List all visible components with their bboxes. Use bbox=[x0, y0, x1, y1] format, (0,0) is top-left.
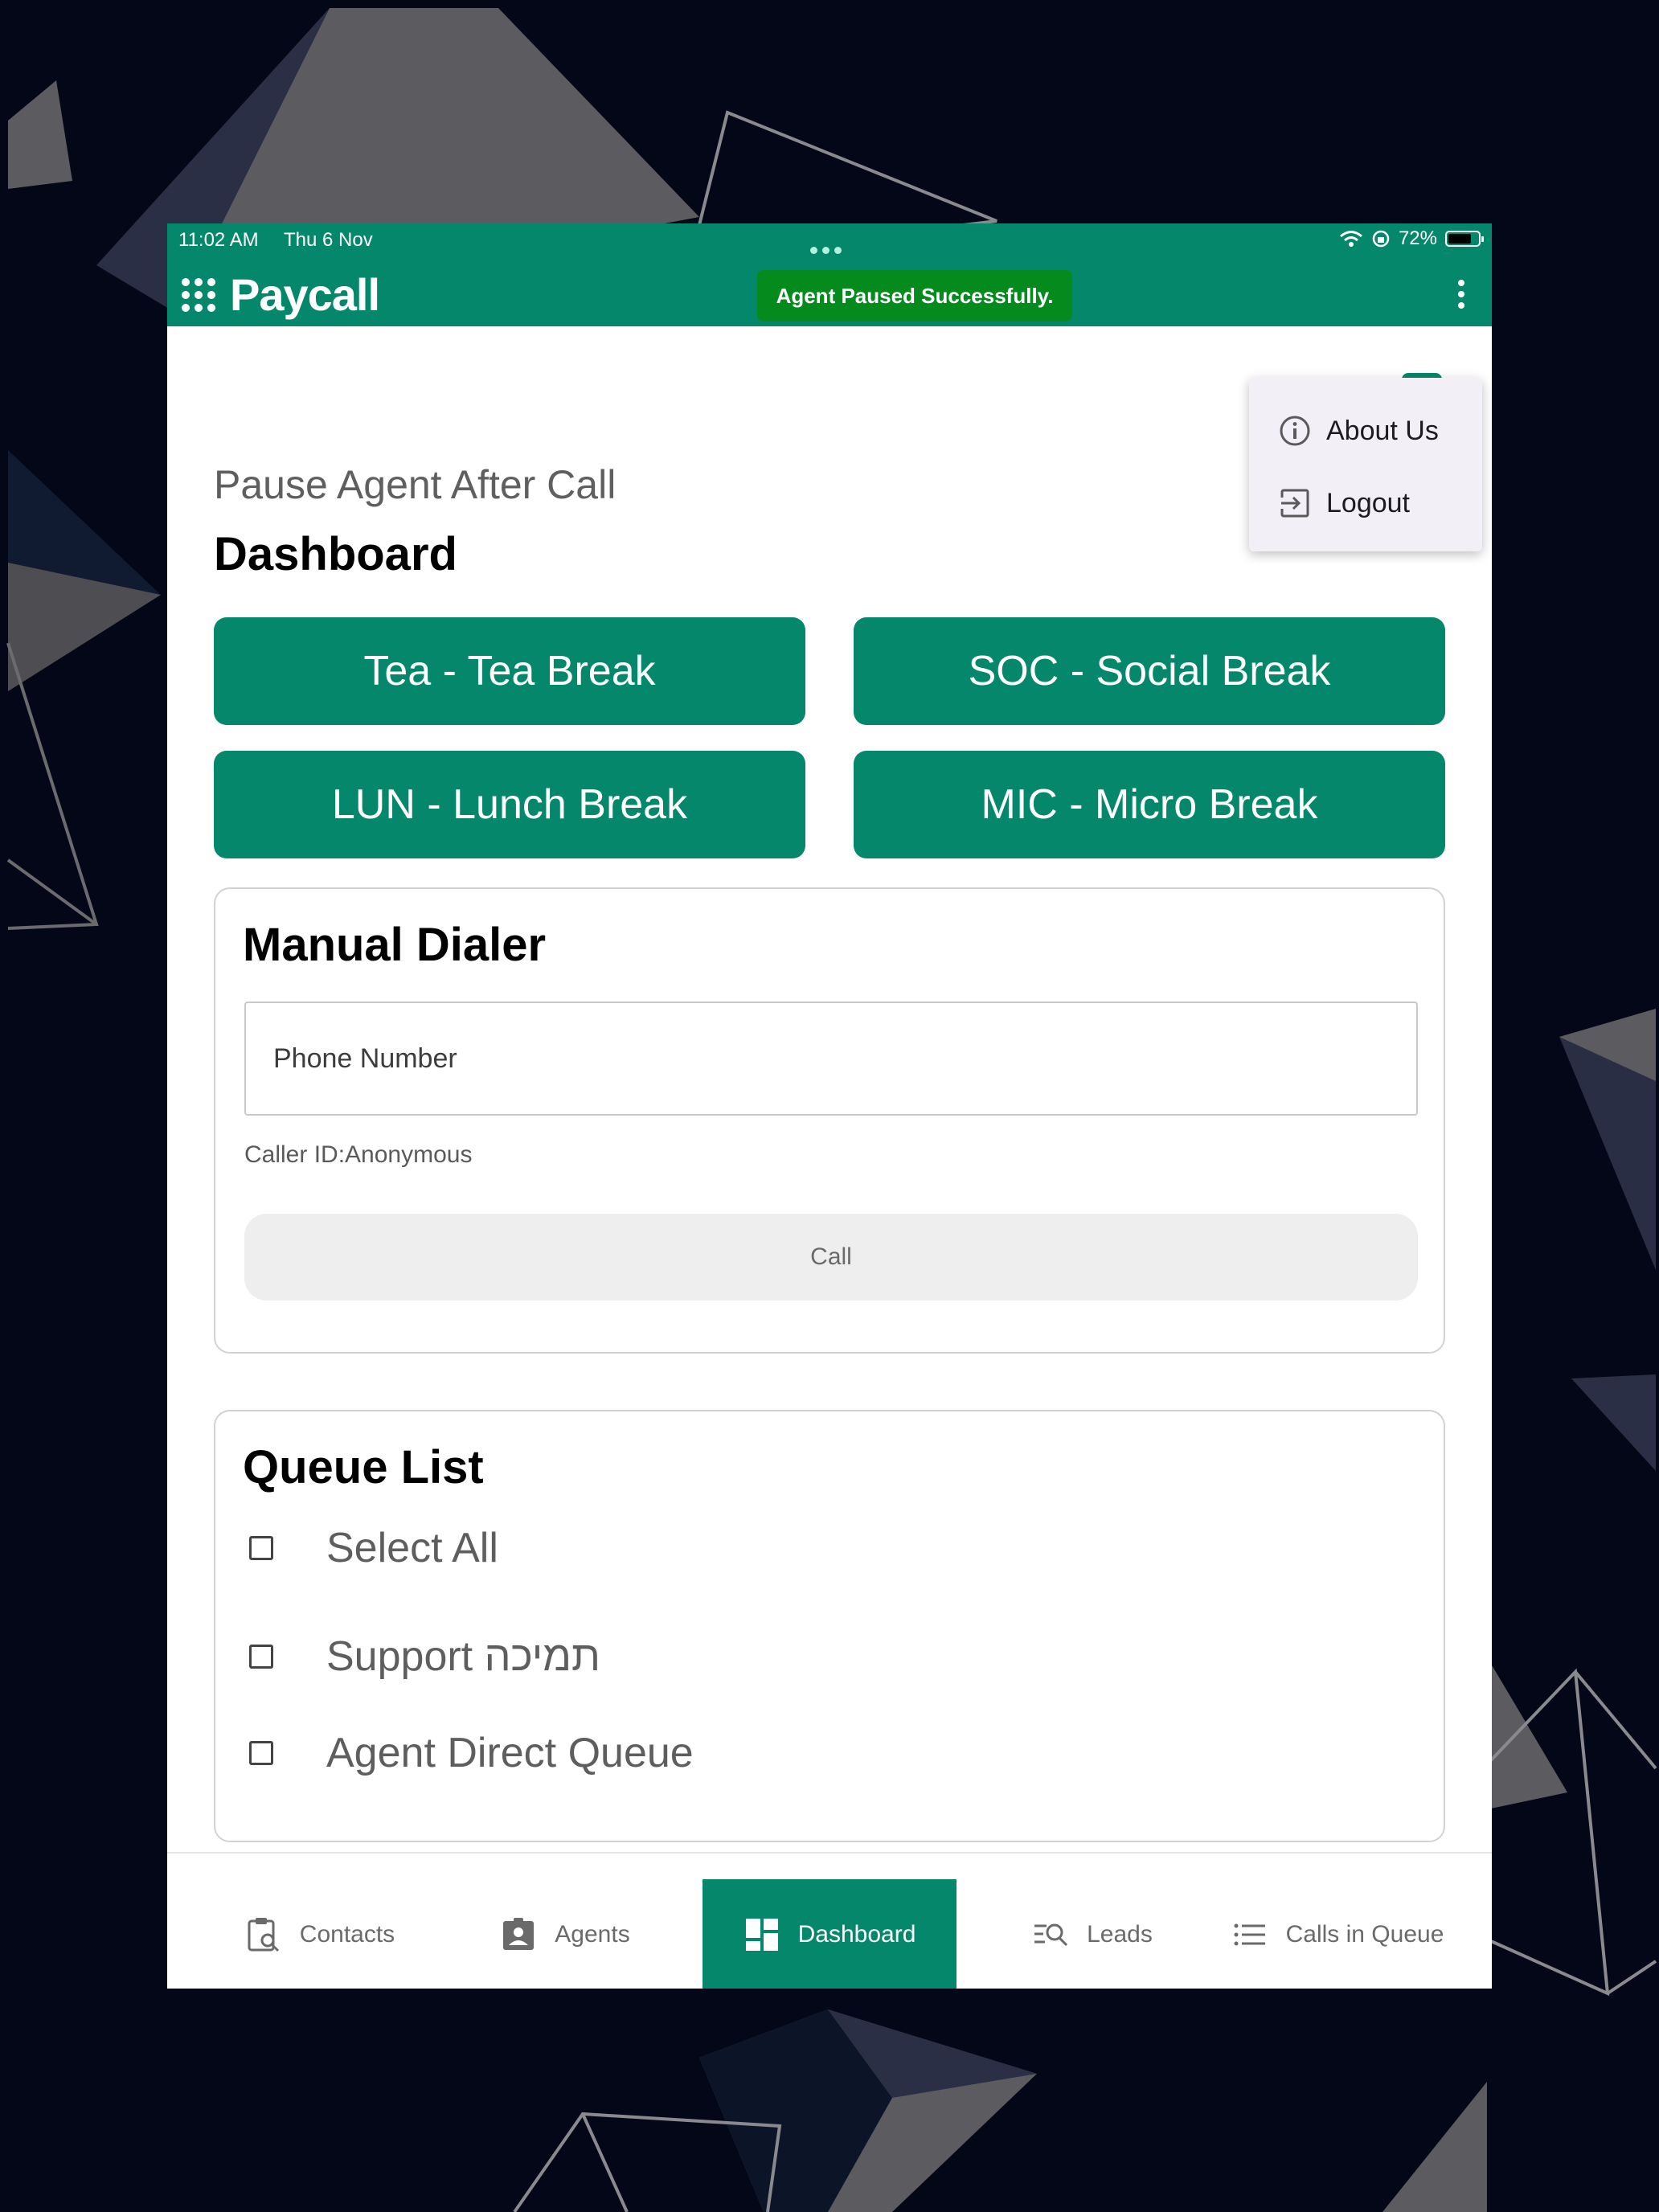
social-break-button[interactable]: SOC - Social Break bbox=[854, 617, 1445, 725]
logout-icon bbox=[1279, 489, 1309, 518]
lunch-break-button[interactable]: LUN - Lunch Break bbox=[214, 751, 805, 858]
checkbox[interactable] bbox=[249, 1536, 273, 1560]
multitasking-dots[interactable] bbox=[810, 237, 846, 260]
logo-text: Paycall bbox=[230, 269, 380, 320]
list-search-icon bbox=[1034, 1923, 1068, 1947]
pause-after-call-label: Pause Agent After Call bbox=[214, 462, 616, 507]
queue-list-card: Queue List Select All Support תמיכה Agen… bbox=[214, 1410, 1445, 1842]
nav-label: Agents bbox=[555, 1921, 630, 1948]
phone-number-input[interactable] bbox=[244, 1002, 1418, 1116]
caller-id-label: Caller ID:Anonymous bbox=[244, 1141, 473, 1168]
logo-dots-icon bbox=[182, 277, 215, 312]
queue-item-support[interactable]: Support תמיכה bbox=[249, 1632, 600, 1681]
info-icon bbox=[1280, 416, 1310, 446]
checkbox[interactable] bbox=[249, 1645, 273, 1669]
nav-dashboard[interactable]: Dashboard bbox=[703, 1879, 956, 1989]
list-icon bbox=[1234, 1923, 1265, 1946]
tea-break-button[interactable]: Tea - Tea Break bbox=[214, 617, 805, 725]
more-options-icon[interactable] bbox=[1458, 280, 1468, 313]
call-button[interactable]: Call bbox=[244, 1214, 1418, 1301]
status-date: Thu 6 Nov bbox=[284, 229, 373, 251]
micro-break-button[interactable]: MIC - Micro Break bbox=[854, 751, 1445, 858]
paycall-logo: Paycall bbox=[182, 268, 380, 321]
queue-label: Select All bbox=[326, 1525, 498, 1571]
nav-contacts[interactable]: Contacts bbox=[215, 1879, 424, 1989]
status-time: 11:02 AM bbox=[178, 229, 259, 251]
nav-label: Dashboard bbox=[797, 1921, 916, 1948]
orientation-lock-icon bbox=[1372, 230, 1390, 248]
menu-label-logout: Logout bbox=[1326, 487, 1410, 518]
page-title: Dashboard bbox=[214, 528, 457, 580]
queue-label: Agent Direct Queue bbox=[326, 1730, 694, 1776]
manual-dialer-card: Manual Dialer Caller ID:Anonymous Call bbox=[214, 887, 1445, 1354]
bottom-navigation: Contacts Agents Dashboard Leads Calls in… bbox=[167, 1852, 1492, 1989]
manual-dialer-title: Manual Dialer bbox=[243, 919, 547, 971]
checkbox[interactable] bbox=[249, 1741, 273, 1765]
app-bar: Paycall Agent Paused Successfully. bbox=[167, 260, 1492, 326]
toast-message: Agent Paused Successfully. bbox=[757, 270, 1072, 322]
nav-label: Leads bbox=[1087, 1921, 1153, 1948]
menu-label-about-us: About Us bbox=[1326, 415, 1439, 446]
queue-item-select-all[interactable]: Select All bbox=[249, 1524, 498, 1572]
wifi-icon bbox=[1339, 231, 1362, 247]
menu-item-about-us[interactable]: About Us bbox=[1278, 407, 1439, 455]
tablet-screen: 11:02 AM Thu 6 Nov 72% Paycall Agent Pau… bbox=[167, 223, 1492, 1989]
battery-icon bbox=[1445, 231, 1484, 247]
battery-percent: 72% bbox=[1398, 227, 1437, 249]
nav-label: Calls in Queue bbox=[1285, 1921, 1444, 1948]
menu-item-logout[interactable]: Logout bbox=[1278, 479, 1410, 527]
queue-label: Support תמיכה bbox=[326, 1633, 600, 1680]
nav-agents[interactable]: Agents bbox=[481, 1879, 649, 1989]
clipboard-search-icon bbox=[248, 1918, 279, 1952]
queue-item-agent-direct[interactable]: Agent Direct Queue bbox=[249, 1729, 694, 1777]
overflow-menu: About Us Logout bbox=[1249, 378, 1482, 551]
nav-calls-in-queue[interactable]: Calls in Queue bbox=[1217, 1879, 1458, 1989]
dashboard-icon bbox=[745, 1919, 778, 1951]
nav-leads[interactable]: Leads bbox=[1008, 1879, 1177, 1989]
agent-badge-icon bbox=[503, 1918, 535, 1950]
queue-list-title: Queue List bbox=[243, 1441, 484, 1493]
status-bar: 11:02 AM Thu 6 Nov 72% bbox=[167, 223, 1492, 260]
nav-label: Contacts bbox=[299, 1921, 395, 1948]
